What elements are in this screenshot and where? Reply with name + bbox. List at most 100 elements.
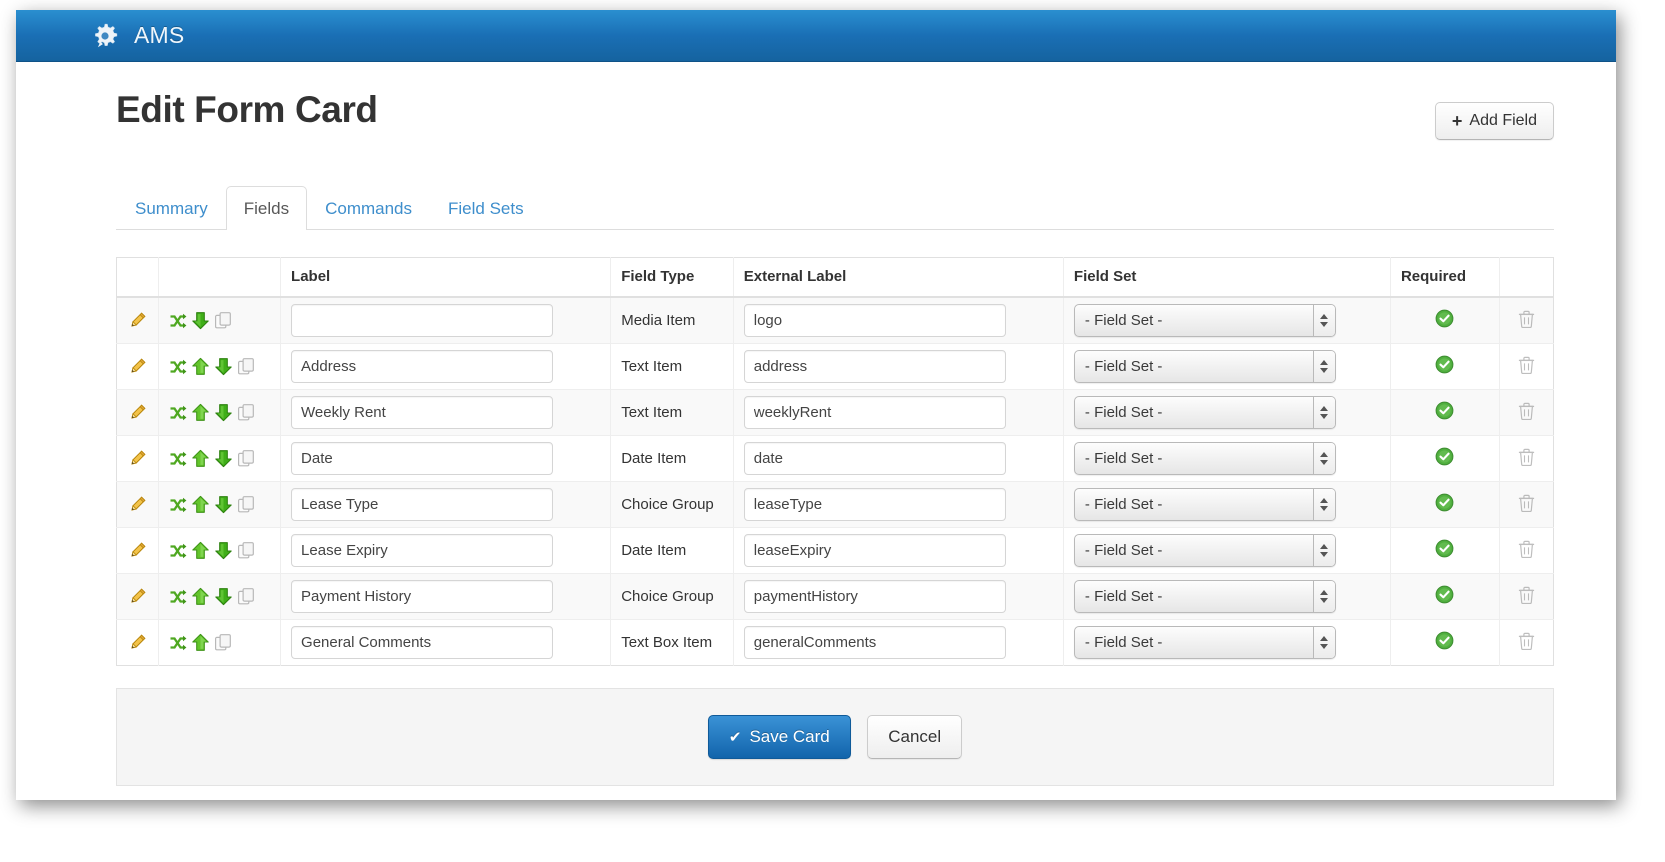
cell-label (281, 390, 611, 436)
label-input[interactable] (291, 350, 553, 383)
label-input[interactable] (291, 396, 553, 429)
arrow-up-icon[interactable] (191, 403, 210, 422)
trash-icon[interactable] (1518, 494, 1535, 512)
copy-icon[interactable] (237, 449, 256, 468)
check-circle-icon[interactable] (1435, 401, 1454, 420)
field-set-select[interactable]: - Field Set - (1074, 626, 1336, 659)
arrow-down-icon[interactable] (214, 495, 233, 514)
pencil-icon[interactable] (128, 403, 147, 422)
check-circle-icon[interactable] (1435, 447, 1454, 466)
copy-icon[interactable] (214, 311, 233, 330)
cell-label (281, 436, 611, 482)
pencil-icon[interactable] (128, 449, 147, 468)
cell-required (1390, 390, 1499, 436)
check-circle-icon[interactable] (1435, 309, 1454, 328)
external-label-input[interactable] (744, 626, 1006, 659)
arrow-down-icon[interactable] (191, 311, 210, 330)
shuffle-icon[interactable] (169, 496, 187, 514)
external-label-input[interactable] (744, 442, 1006, 475)
shuffle-icon[interactable] (169, 634, 187, 652)
trash-icon[interactable] (1518, 402, 1535, 420)
pencil-icon[interactable] (128, 541, 147, 560)
label-input[interactable] (291, 442, 553, 475)
trash-icon[interactable] (1518, 632, 1535, 650)
arrow-down-icon[interactable] (214, 357, 233, 376)
copy-icon[interactable] (237, 403, 256, 422)
shuffle-icon[interactable] (169, 312, 187, 330)
external-label-input[interactable] (744, 488, 1006, 521)
table-body: Media Item- Field Set -Text Item- Field … (117, 297, 1554, 666)
arrow-up-icon[interactable] (191, 449, 210, 468)
copy-icon[interactable] (237, 541, 256, 560)
cell-field-set: - Field Set - (1063, 436, 1390, 482)
plus-icon: + (1452, 112, 1463, 130)
field-set-select[interactable]: - Field Set - (1074, 488, 1336, 521)
copy-icon[interactable] (237, 495, 256, 514)
shuffle-icon[interactable] (169, 450, 187, 468)
shuffle-icon[interactable] (169, 358, 187, 376)
tab-fields[interactable]: Fields (226, 186, 307, 230)
label-input[interactable] (291, 304, 553, 337)
arrow-down-icon[interactable] (214, 403, 233, 422)
col-header-tools (158, 258, 281, 298)
table-row: Choice Group- Field Set - (117, 482, 1554, 528)
copy-icon[interactable] (214, 633, 233, 652)
pencil-icon[interactable] (128, 587, 147, 606)
shuffle-icon[interactable] (169, 542, 187, 560)
external-label-input[interactable] (744, 396, 1006, 429)
cell-label (281, 574, 611, 620)
arrow-down-icon[interactable] (214, 541, 233, 560)
tab-summary[interactable]: Summary (117, 186, 226, 230)
check-circle-icon[interactable] (1435, 585, 1454, 604)
pencil-icon[interactable] (128, 311, 147, 330)
field-set-select[interactable]: - Field Set - (1074, 396, 1336, 429)
check-circle-icon[interactable] (1435, 355, 1454, 374)
field-set-select[interactable]: - Field Set - (1074, 534, 1336, 567)
cell-row-tools (158, 344, 281, 390)
arrow-down-icon[interactable] (214, 587, 233, 606)
cell-field-type: Date Item (611, 436, 734, 482)
trash-icon[interactable] (1518, 310, 1535, 328)
trash-icon[interactable] (1518, 586, 1535, 604)
field-set-select[interactable]: - Field Set - (1074, 304, 1336, 337)
trash-icon[interactable] (1518, 540, 1535, 558)
label-input[interactable] (291, 626, 553, 659)
trash-icon[interactable] (1518, 356, 1535, 374)
external-label-input[interactable] (744, 304, 1006, 337)
field-set-select-wrapper: - Field Set - (1074, 396, 1336, 429)
arrow-up-icon[interactable] (191, 495, 210, 514)
pencil-icon[interactable] (128, 495, 147, 514)
add-field-button[interactable]: + Add Field (1435, 102, 1554, 140)
tab-field-sets[interactable]: Field Sets (430, 186, 542, 230)
shuffle-icon[interactable] (169, 404, 187, 422)
field-set-select[interactable]: - Field Set - (1074, 580, 1336, 613)
copy-icon[interactable] (237, 587, 256, 606)
field-set-select-wrapper: - Field Set - (1074, 626, 1336, 659)
external-label-input[interactable] (744, 534, 1006, 567)
tab-commands[interactable]: Commands (307, 186, 430, 230)
col-header-external-label: External Label (733, 258, 1063, 298)
arrow-up-icon[interactable] (191, 541, 210, 560)
cell-external-label (733, 436, 1063, 482)
external-label-input[interactable] (744, 580, 1006, 613)
arrow-up-icon[interactable] (191, 633, 210, 652)
label-input[interactable] (291, 534, 553, 567)
check-circle-icon[interactable] (1435, 493, 1454, 512)
field-set-select[interactable]: - Field Set - (1074, 442, 1336, 475)
save-card-button[interactable]: ✔ Save Card (708, 715, 851, 759)
cancel-button[interactable]: Cancel (867, 715, 962, 759)
copy-icon[interactable] (237, 357, 256, 376)
label-input[interactable] (291, 488, 553, 521)
field-set-select[interactable]: - Field Set - (1074, 350, 1336, 383)
check-circle-icon[interactable] (1435, 539, 1454, 558)
pencil-icon[interactable] (128, 357, 147, 376)
external-label-input[interactable] (744, 350, 1006, 383)
trash-icon[interactable] (1518, 448, 1535, 466)
arrow-down-icon[interactable] (214, 449, 233, 468)
arrow-up-icon[interactable] (191, 357, 210, 376)
label-input[interactable] (291, 580, 553, 613)
check-circle-icon[interactable] (1435, 631, 1454, 650)
arrow-up-icon[interactable] (191, 587, 210, 606)
pencil-icon[interactable] (128, 633, 147, 652)
shuffle-icon[interactable] (169, 588, 187, 606)
